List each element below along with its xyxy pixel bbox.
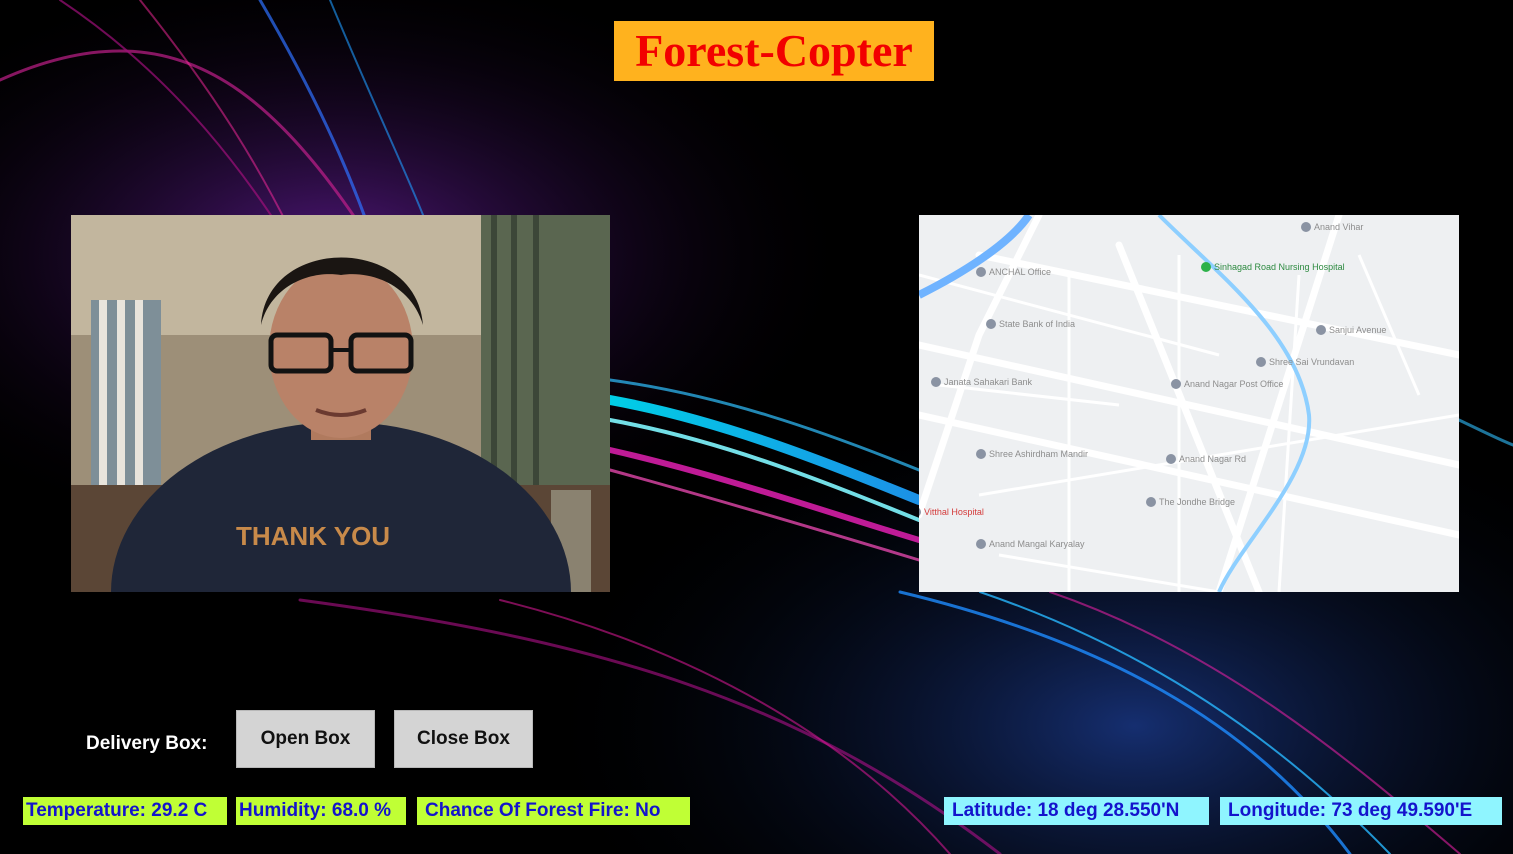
map-pin-icon[interactable] (1301, 222, 1311, 232)
map-pin-icon[interactable] (1256, 357, 1266, 367)
map-pin-icon[interactable] (931, 377, 941, 387)
map-place-label: Shree Ashirdham Mandir (989, 449, 1088, 459)
svg-text:THANK YOU: THANK YOU (236, 521, 390, 551)
map-pin-icon[interactable] (976, 539, 986, 549)
map-pin-icon[interactable] (976, 267, 986, 277)
map-pin-icon[interactable] (1166, 454, 1176, 464)
map-pin-icon[interactable] (1316, 325, 1326, 335)
map-place-label: Anand Mangal Karyalay (989, 539, 1085, 549)
delivery-box-label: Delivery Box: (86, 733, 208, 754)
map-pin-icon[interactable] (1146, 497, 1156, 507)
map-pin-icon[interactable] (976, 449, 986, 459)
map-place-label: Janata Sahakari Bank (944, 377, 1033, 387)
map-place-label: Sinhagad Road Nursing Hospital (1214, 262, 1345, 272)
map-place-label: Anand Vihar (1314, 222, 1363, 232)
close-box-button[interactable]: Close Box (394, 710, 533, 768)
map-pin-icon[interactable] (1201, 262, 1211, 272)
map-place-label: Anand Nagar Post Office (1184, 379, 1283, 389)
map-view[interactable]: Anand Vihar ANCHAL Office Sinhagad Road Nu… (919, 215, 1459, 592)
forest-fire-readout: Chance Of Forest Fire: No (417, 797, 690, 825)
map-pin-icon[interactable] (986, 319, 996, 329)
map-place-label: Anand Nagar Rd (1179, 454, 1246, 464)
open-box-button[interactable]: Open Box (236, 710, 375, 768)
latitude-readout: Latitude: 18 deg 28.550'N (944, 797, 1209, 825)
map-place-label: Shree Sai Vrundavan (1269, 357, 1354, 367)
longitude-readout: Longitude: 73 deg 49.590'E (1220, 797, 1502, 825)
temperature-readout: Temperature: 29.2 C (23, 797, 227, 825)
map-place-label: State Bank of India (999, 319, 1075, 329)
app-title: Forest-Copter (614, 21, 934, 81)
map-place-label: The Jondhe Bridge (1159, 497, 1235, 507)
map-pin-icon[interactable] (1171, 379, 1181, 389)
camera-feed: THANK YOU (71, 215, 610, 592)
map-place-label: ANCHAL Office (989, 267, 1051, 277)
map-place-label: Vitthal Hospital (924, 507, 984, 517)
map-place-label: Sanjui Avenue (1329, 325, 1386, 335)
humidity-readout: Humidity: 68.0 % (236, 797, 406, 825)
